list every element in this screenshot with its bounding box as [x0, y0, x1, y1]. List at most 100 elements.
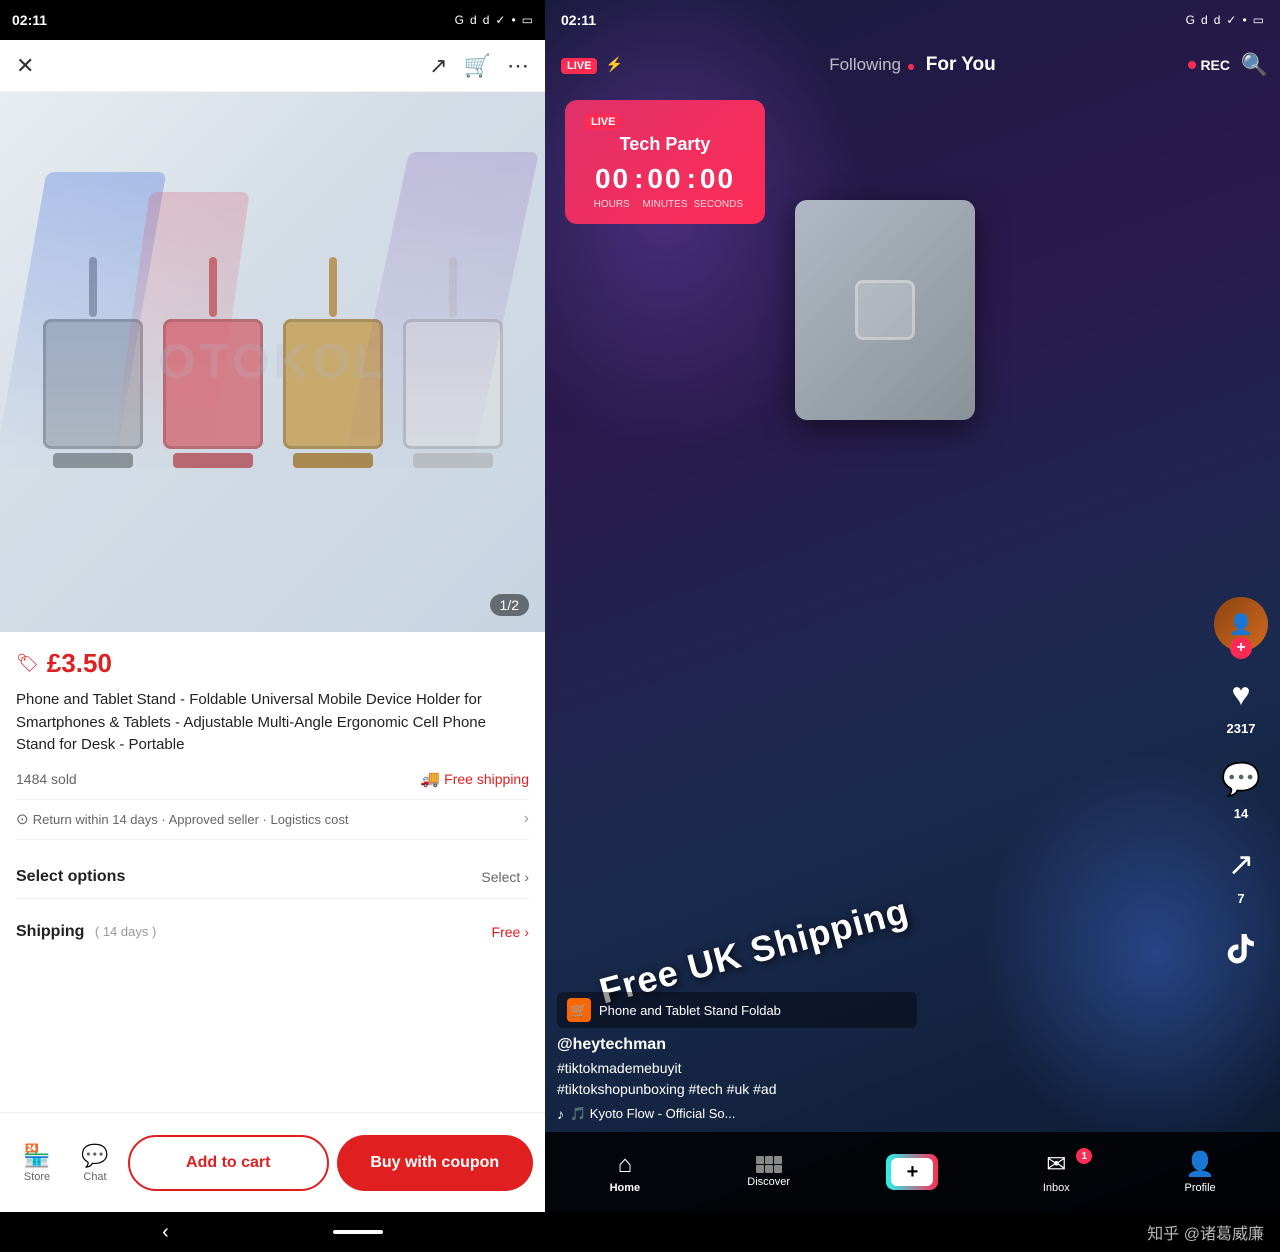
nav-add[interactable]: +	[882, 1154, 942, 1190]
home-label: Home	[610, 1182, 641, 1194]
demo-stand-body	[795, 200, 975, 420]
product-info: 🏷 £3.50 Phone and Tablet Stand - Foldabl…	[0, 632, 545, 1112]
store-label: Store	[24, 1171, 50, 1183]
tab-following[interactable]: Following	[829, 55, 914, 75]
username[interactable]: @heytechman	[557, 1036, 1200, 1054]
seconds-label: SECONDS	[692, 199, 745, 210]
like-count: 2317	[1227, 721, 1256, 736]
zhihu-watermark: 知乎 @诸葛威廉	[1147, 1220, 1264, 1244]
tech-party-live-badge: LIVE	[585, 114, 621, 130]
status-bar-left: 02:11 G d d ✓ • ▭	[0, 0, 545, 40]
chat-button[interactable]: 💬 Chat	[70, 1143, 120, 1183]
returns-row[interactable]: ⊙ Return within 14 days · Approved selle…	[16, 799, 529, 840]
minutes-label: MINUTES	[638, 199, 691, 210]
hashtag-line1[interactable]: #tiktokmademebuyit	[557, 1058, 1200, 1079]
more-button[interactable]: ⋯	[507, 53, 529, 79]
music-text: 🎵 Kyoto Flow - Official So...	[570, 1106, 736, 1122]
rec-text: REC	[1200, 57, 1230, 73]
nav-profile[interactable]: 👤 Profile	[1170, 1150, 1230, 1194]
nav-inbox[interactable]: ✉ 1 Inbox	[1026, 1150, 1086, 1194]
left-panel: 02:11 G d d ✓ • ▭ ✕ ↗ 🛒 ⋯	[0, 0, 545, 1252]
share-icon: ↗	[1218, 841, 1264, 887]
add-button[interactable]: +	[886, 1154, 938, 1190]
tiktok-nav-left: LIVE ⚡	[561, 56, 623, 74]
tiktok-bottom-nav: ⌂ Home Discover + ✉ 1 Inbox 👤	[545, 1132, 1280, 1212]
price-row: 🏷 £3.50	[16, 648, 529, 679]
right-panel: Free UK Shipping 02:11 G d d ✓ • ▭ LIVE …	[545, 0, 1280, 1252]
bottom-action-bar: 🏪 Store 💬 Chat Add to cart Buy with coup…	[0, 1112, 545, 1212]
discover-label: Discover	[747, 1176, 790, 1188]
chat-icon: 💬	[81, 1143, 108, 1169]
search-button-tiktok[interactable]: 🔍	[1241, 52, 1268, 78]
chat-label: Chat	[83, 1171, 106, 1183]
status-icons-left: G d d ✓ • ▭	[455, 13, 533, 27]
store-button[interactable]: 🏪 Store	[12, 1143, 62, 1183]
battery-icon: ▭	[522, 13, 533, 27]
tab-for-you[interactable]: For You	[926, 54, 996, 76]
phone-stand-demo	[745, 200, 1025, 600]
returns-text: Return within 14 days · Approved seller …	[33, 812, 349, 827]
select-label: Select options	[16, 868, 125, 886]
shipping-days: ( 14 days )	[95, 924, 156, 939]
inbox-label: Inbox	[1043, 1182, 1070, 1194]
check-icon-r: ✓	[1226, 13, 1236, 27]
inbox-icon: ✉	[1046, 1150, 1066, 1179]
status-time-left: 02:11	[12, 12, 47, 28]
system-nav-left: ‹	[0, 1212, 545, 1252]
rec-badge: REC	[1188, 57, 1230, 73]
bottom-sys-right: 知乎 @诸葛威廉	[545, 1212, 1280, 1252]
g-icon: G	[455, 13, 464, 27]
cart-button[interactable]: 🛒	[464, 53, 491, 79]
share-count: 7	[1237, 891, 1244, 906]
shop-icon: 🛒	[567, 998, 591, 1022]
select-options-row[interactable]: Select options Select ›	[16, 856, 529, 899]
timer-colon1: :	[634, 163, 643, 195]
hashtags: #tiktokmademebuyit #tiktokshopunboxing #…	[557, 1058, 1200, 1100]
share-button-tiktok[interactable]: ↗ 7	[1218, 841, 1264, 906]
status-time-right: 02:11	[561, 12, 596, 28]
shipping-row[interactable]: Shipping ( 14 days ) Free ›	[16, 911, 529, 953]
timer-labels: HOURS MINUTES SECONDS	[585, 199, 745, 210]
product-image-bg	[0, 92, 545, 632]
stats-row: 1484 sold 🚚 Free shipping	[16, 769, 529, 789]
tiktok-bottom-info: 🛒 Phone and Tablet Stand Foldab @heytech…	[557, 992, 1200, 1122]
battery-icon-r: ▭	[1253, 13, 1264, 27]
add-icon: +	[891, 1158, 933, 1186]
follow-plus-button[interactable]: +	[1230, 637, 1252, 659]
like-button[interactable]: ♥ 2317	[1218, 671, 1264, 736]
tiktok-top-nav: LIVE ⚡ Following For You REC 🔍	[545, 40, 1280, 90]
sold-count: 1484 sold	[16, 771, 77, 787]
discover-icon	[756, 1156, 782, 1173]
tech-party-banner[interactable]: LIVE Tech Party 00 : 00 : 00 HOURS MINUT…	[565, 100, 765, 224]
shipping-icon: 🚚	[420, 769, 440, 789]
product-tag-bar[interactable]: 🛒 Phone and Tablet Stand Foldab	[557, 992, 917, 1028]
nav-discover[interactable]: Discover	[739, 1156, 799, 1188]
tech-party-title: Tech Party	[585, 134, 745, 155]
tiktok-icon1-r: d	[1201, 13, 1208, 27]
select-action: Select ›	[481, 869, 529, 885]
shipping-arrow: ›	[524, 924, 529, 940]
live-badge: LIVE	[561, 58, 597, 74]
nav-home[interactable]: ⌂ Home	[595, 1151, 655, 1194]
add-to-cart-button[interactable]: Add to cart	[128, 1135, 329, 1191]
dot-icon: •	[511, 13, 515, 27]
free-shipping-badge: 🚚 Free shipping	[420, 769, 529, 789]
hours-label: HOURS	[585, 199, 638, 210]
demo-stand-center	[855, 280, 915, 340]
inbox-badge-count: 1	[1076, 1148, 1092, 1164]
hashtag-line2[interactable]: #tiktokshopunboxing #tech #uk #ad	[557, 1079, 1200, 1100]
buy-with-coupon-button[interactable]: Buy with coupon	[337, 1135, 534, 1191]
select-text: Select	[481, 869, 520, 885]
home-icon: ⌂	[618, 1151, 633, 1179]
back-button-left[interactable]: ‹	[162, 1221, 169, 1244]
user-avatar[interactable]: 👤 +	[1214, 597, 1268, 651]
image-counter: 1/2	[490, 594, 529, 616]
comment-button[interactable]: 💬 14	[1218, 756, 1264, 821]
live-nav-badge[interactable]: LIVE ⚡	[561, 56, 623, 74]
close-button[interactable]: ✕	[16, 53, 34, 79]
share-button[interactable]: ↗	[429, 53, 447, 79]
music-row[interactable]: ♪ 🎵 Kyoto Flow - Official So...	[557, 1106, 1200, 1122]
heart-icon: ♥	[1218, 671, 1264, 717]
status-icons-right: G d d ✓ • ▭	[1186, 13, 1264, 27]
free-shipping-text: Free shipping	[444, 771, 529, 787]
